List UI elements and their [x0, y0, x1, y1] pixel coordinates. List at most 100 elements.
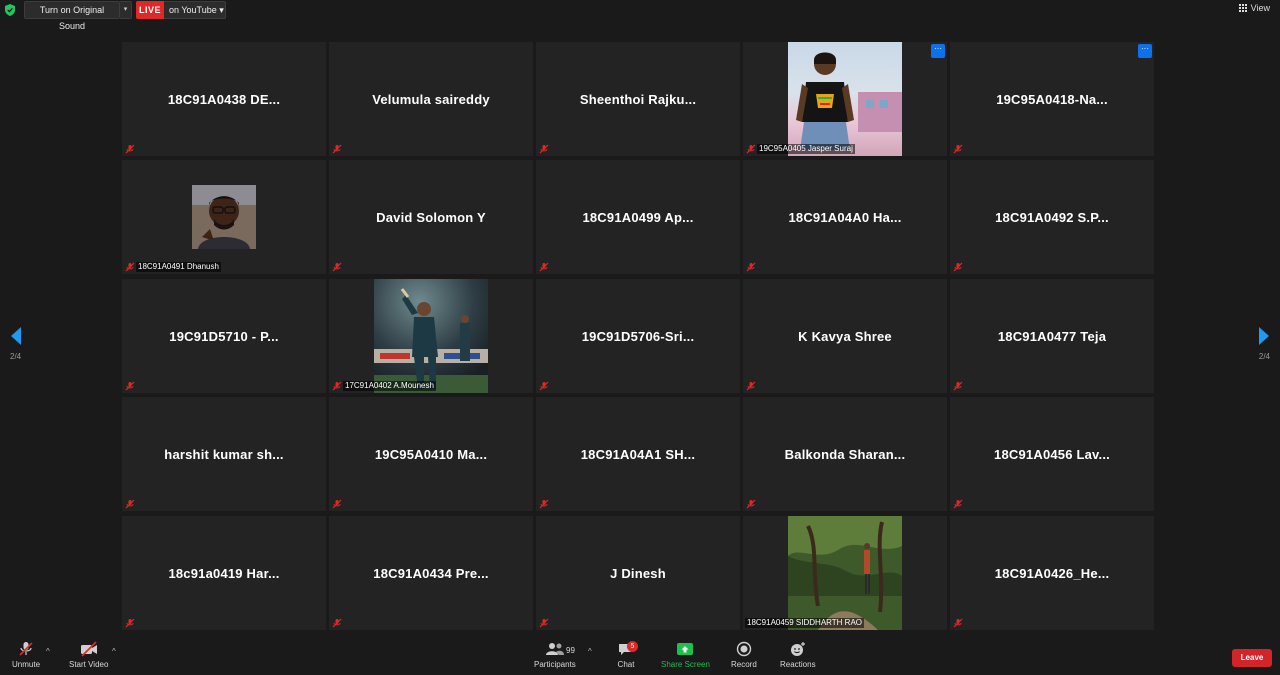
view-button[interactable]: View — [1238, 3, 1270, 13]
participant-tile[interactable]: 19C91D5706-Sri... — [536, 279, 740, 393]
participant-tile[interactable]: 18C91A0499 Ap... — [536, 160, 740, 274]
muted-mic-icon — [953, 618, 963, 628]
shield-icon[interactable] — [5, 4, 15, 16]
muted-mic-icon — [125, 499, 135, 509]
share-screen-icon — [677, 643, 694, 655]
participant-name-label: 19C95A0405 Jasper Suraj — [757, 144, 855, 154]
page-indicator-right: 2/4 — [1258, 352, 1270, 361]
page-indicator-left: 2/4 — [10, 352, 22, 361]
muted-mic-icon — [746, 262, 756, 272]
next-page-arrow-icon[interactable] — [1257, 326, 1271, 346]
muted-mic-icon — [746, 499, 756, 509]
participant-tile[interactable]: harshit kumar sh... — [122, 397, 326, 511]
unmute-label: Unmute — [12, 660, 41, 669]
participant-tile[interactable]: David Solomon Y — [329, 160, 533, 274]
live-destination-button[interactable]: on YouTube ▾ — [164, 1, 226, 19]
muted-mic-icon — [539, 262, 549, 272]
participant-tile[interactable]: 18C91A04A0 Ha... — [743, 160, 947, 274]
participant-tile[interactable]: J Dinesh — [536, 516, 740, 630]
view-label: View — [1250, 3, 1270, 13]
video-options-caret-icon[interactable]: ^ — [112, 647, 116, 656]
participant-tile[interactable]: 18C91A0477 Teja — [950, 279, 1154, 393]
participant-tile[interactable]: K Kavya Shree — [743, 279, 947, 393]
participant-name: Sheenthoi Rajku... — [579, 91, 697, 107]
participant-tile[interactable]: 19C91D5710 - P... — [122, 279, 326, 393]
participant-photo — [788, 516, 902, 630]
share-screen-label: Share Screen — [661, 660, 710, 669]
muted-mic-icon — [125, 262, 135, 272]
share-screen-button[interactable]: Share Screen — [661, 641, 710, 669]
participant-name-label: 18C91A0491 Dhanush — [136, 262, 221, 272]
microphone-muted-icon — [19, 642, 33, 656]
participant-tile[interactable]: Sheenthoi Rajku... — [536, 42, 740, 156]
participant-name: 19C95A0410 Ma... — [374, 446, 488, 462]
participant-name: 18C91A0434 Pre... — [373, 565, 489, 581]
reactions-label: Reactions — [780, 660, 816, 669]
participants-count: 99 — [566, 646, 575, 655]
participant-tile[interactable]: 18C91A0492 S.P... — [950, 160, 1154, 274]
grid-view-icon — [1238, 4, 1247, 12]
live-caret-icon: ▾ — [219, 5, 224, 15]
meeting-top-bar: Turn on Original Sound ▾ LIVE on YouTube… — [0, 0, 1280, 31]
participant-tile[interactable]: 18C91A0426_He... — [950, 516, 1154, 630]
participant-tile[interactable]: 18c91a0419 Har... — [122, 516, 326, 630]
audio-options-caret-icon[interactable]: ^ — [46, 647, 50, 656]
participant-photo — [374, 279, 488, 393]
previous-page-arrow-icon[interactable] — [9, 326, 23, 346]
meeting-controls-bar: Unmute ^ Start Video ^ Participants 99 ^… — [0, 635, 1280, 675]
participant-name: 18c91a0419 Har... — [168, 565, 280, 581]
participant-tile[interactable]: 19C95A0410 Ma... — [329, 397, 533, 511]
chat-label: Chat — [617, 660, 635, 669]
original-sound-button[interactable]: Turn on Original Sound — [24, 1, 120, 31]
participant-name: 18C91A04A0 Ha... — [788, 209, 902, 225]
participant-gallery: 18C91A0438 DE... Velumula saireddy Sheen… — [122, 42, 1156, 630]
record-button[interactable]: Record — [731, 641, 757, 669]
participant-tile[interactable]: 19C95A0418-Na... ··· — [950, 42, 1154, 156]
reactions-button[interactable]: Reactions — [780, 641, 816, 669]
muted-mic-icon — [332, 262, 342, 272]
original-sound-caret-icon[interactable]: ▾ — [120, 1, 132, 19]
participant-name: David Solomon Y — [376, 209, 486, 225]
live-destination-label: on YouTube — [169, 5, 217, 15]
muted-mic-icon — [539, 144, 549, 154]
muted-mic-icon — [332, 618, 342, 628]
chat-unread-badge: 5 — [627, 641, 638, 652]
participant-name: Balkonda Sharan... — [784, 446, 906, 462]
participant-tile[interactable]: 18C91A0456 Lav... — [950, 397, 1154, 511]
participant-name: 18C91A04A1 SH... — [580, 446, 696, 462]
tile-more-options-icon[interactable]: ··· — [1138, 44, 1152, 58]
participant-name: harshit kumar sh... — [164, 446, 284, 462]
participant-tile[interactable]: 17C91A0402 A.Mounesh — [329, 279, 533, 393]
participant-name: J Dinesh — [610, 565, 666, 581]
participant-name: 18C91A0426_He... — [994, 565, 1110, 581]
participant-tile[interactable]: 18C91A0438 DE... — [122, 42, 326, 156]
participants-icon — [545, 643, 564, 655]
participant-tile[interactable]: Balkonda Sharan... — [743, 397, 947, 511]
muted-mic-icon — [125, 381, 135, 391]
muted-mic-icon — [953, 381, 963, 391]
start-video-button[interactable]: Start Video — [69, 641, 108, 669]
live-badge[interactable]: LIVE — [136, 1, 164, 19]
muted-mic-icon — [332, 499, 342, 509]
tile-more-options-icon[interactable]: ··· — [931, 44, 945, 58]
participant-name: 18C91A0456 Lav... — [994, 446, 1110, 462]
muted-mic-icon — [332, 144, 342, 154]
reactions-smiley-icon — [790, 642, 805, 656]
participant-photo — [192, 185, 256, 249]
participant-name: 18C91A0438 DE... — [167, 91, 281, 107]
participant-tile[interactable]: 18C91A0459 SIDDHARTH RAO — [743, 516, 947, 630]
participant-tile[interactable]: 18C91A0434 Pre... — [329, 516, 533, 630]
participant-photo — [788, 42, 902, 156]
participant-name: 18C91A0499 Ap... — [582, 209, 694, 225]
participants-options-caret-icon[interactable]: ^ — [588, 647, 592, 656]
leave-meeting-button[interactable]: Leave — [1232, 649, 1272, 667]
participant-tile[interactable]: 18C91A04A1 SH... — [536, 397, 740, 511]
participant-tile[interactable]: ··· 19C95A0405 Jasper Suraj — [743, 42, 947, 156]
participant-name-label: 17C91A0402 A.Mounesh — [343, 381, 436, 391]
participant-tile[interactable]: 18C91A0491 Dhanush — [122, 160, 326, 274]
participant-tile[interactable]: Velumula saireddy — [329, 42, 533, 156]
muted-mic-icon — [953, 144, 963, 154]
unmute-button[interactable]: Unmute — [12, 641, 40, 669]
participant-name-label: 18C91A0459 SIDDHARTH RAO — [745, 618, 865, 628]
muted-mic-icon — [746, 144, 756, 154]
